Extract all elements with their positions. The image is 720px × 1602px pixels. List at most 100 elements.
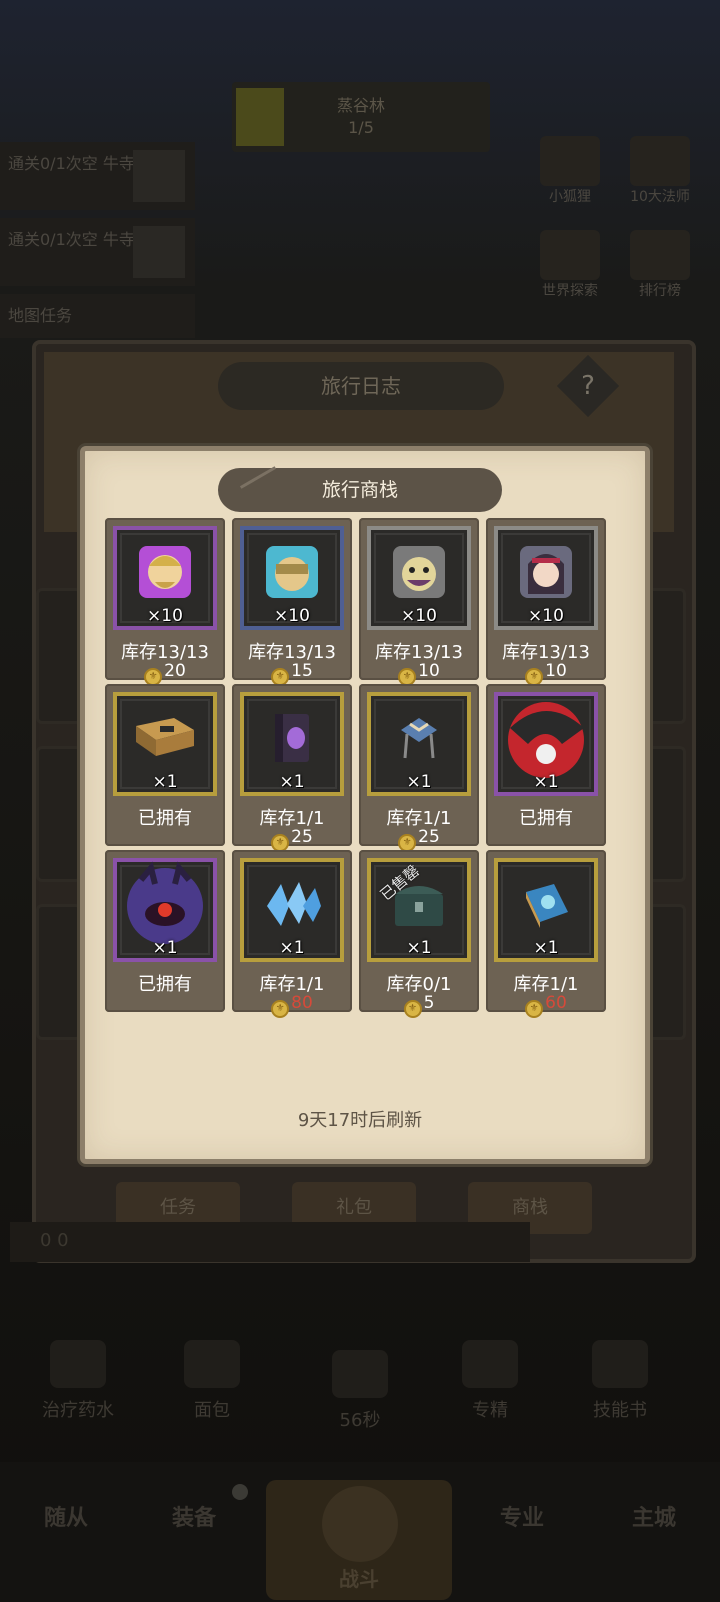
shop-item-card[interactable]: ×10 库存13/13 ⚜ 20	[105, 518, 225, 686]
ranking-label: 排行榜	[639, 283, 681, 299]
hero-face-blue	[264, 544, 320, 604]
item-stock: 已拥有	[138, 808, 192, 829]
quick-item-label: 治疗药水	[42, 1400, 114, 1421]
item-price-value: 15	[291, 661, 313, 681]
item-quantity: ×10	[401, 606, 437, 626]
item-frame: ×10	[113, 526, 217, 630]
shop-item-card[interactable]: ×10 库存13/13 ⚜ 10	[486, 518, 606, 686]
shop-item-card[interactable]: ×1 已拥有	[105, 850, 225, 1012]
notification-dot	[232, 1484, 248, 1500]
world-explore-button[interactable]: 世界探索	[530, 230, 610, 300]
zone-name: 蒸谷林	[336, 96, 385, 115]
crystal-icon	[259, 876, 325, 936]
mage-label: 10大法师	[630, 189, 690, 205]
resource-bar: 0 0	[10, 1222, 530, 1262]
nav-followers[interactable]: 随从	[6, 1500, 126, 1532]
item-frame: ×10	[367, 526, 471, 630]
trophy-icon	[630, 230, 690, 280]
item-price: ⚜ 5	[359, 993, 479, 1018]
item-quantity: ×1	[533, 772, 559, 792]
item-price-value: 10	[418, 661, 440, 681]
item-price-value: 10	[545, 661, 567, 681]
item-frame: 已售罄 ×1	[367, 858, 471, 962]
shop-item-card[interactable]: ×10 库存13/13 ⚜ 15	[232, 518, 352, 686]
quest-item[interactable]: 地图任务	[0, 294, 195, 338]
item-stock: 已拥有	[519, 808, 573, 829]
quick-item-bread[interactable]: 面包	[162, 1340, 262, 1430]
nav-city[interactable]: 主城	[594, 1500, 714, 1532]
quick-item-timer[interactable]: 56秒	[310, 1350, 410, 1440]
zone-progress: 1/5	[348, 118, 374, 137]
fox-label: 小狐狸	[549, 189, 591, 205]
item-frame: ×1	[240, 858, 344, 962]
item-price: ⚜ 10	[359, 661, 479, 686]
gold-coin-icon: ⚜	[271, 1000, 290, 1018]
shop-item-card[interactable]: ×1 库存1/1 ⚜ 80	[232, 850, 352, 1018]
shop-item-card[interactable]: ×1 已拥有	[486, 684, 606, 846]
hero-face-girl	[518, 544, 574, 604]
item-quantity: ×1	[406, 772, 432, 792]
item-price-value: 60	[545, 993, 567, 1013]
quick-item-mastery[interactable]: 专精	[440, 1340, 540, 1430]
item-frame: ×1	[240, 692, 344, 796]
potion-icon	[50, 1340, 106, 1388]
shop-item-card[interactable]: ×1 库存1/1 ⚜ 60	[486, 850, 606, 1018]
item-quantity: ×10	[528, 606, 564, 626]
quick-item-skillbook[interactable]: 技能书	[570, 1340, 670, 1430]
shop-item-card[interactable]: ×10 库存13/13 ⚜ 10	[359, 518, 479, 686]
gold-coin-icon: ⚜	[525, 1000, 544, 1018]
blue-book-icon	[518, 876, 574, 936]
item-price: ⚜ 80	[232, 993, 352, 1018]
refresh-timer: 9天17时后刷新	[297, 1110, 423, 1131]
item-quantity: ×1	[152, 938, 178, 958]
ranking-button[interactable]: 排行榜	[620, 230, 700, 300]
skillbook-icon	[592, 1340, 648, 1388]
hero-face-gray	[391, 544, 447, 604]
question-icon: ?	[581, 371, 595, 401]
world-explore-label: 世界探索	[542, 283, 598, 299]
item-price: ⚜ 10	[486, 661, 606, 686]
log-side-slot	[36, 588, 82, 724]
item-price-value: 80	[291, 993, 313, 1013]
mage-button[interactable]: 10大法师	[620, 136, 700, 206]
quick-item-label: 面包	[194, 1400, 230, 1421]
quest-item[interactable]: 通关0/1次空 牛寺	[0, 142, 195, 210]
item-quantity: ×10	[147, 606, 183, 626]
item-frame: ×1	[113, 858, 217, 962]
globe-icon	[540, 230, 600, 280]
item-quantity: ×1	[406, 938, 432, 958]
item-price-value: 25	[418, 827, 440, 847]
item-price-value: 20	[164, 661, 186, 681]
shop-item-card[interactable]: ×1 库存1/1 ⚜ 25	[359, 684, 479, 852]
hero-face-purple	[137, 544, 193, 604]
spellbook-icon	[267, 708, 317, 772]
shop-item-card[interactable]: ×1 库存1/1 ⚜ 25	[232, 684, 352, 852]
item-price: ⚜ 20	[105, 661, 225, 686]
shop-item-card[interactable]: ×1 已拥有	[105, 684, 225, 846]
stand-icon	[391, 710, 447, 770]
nav-equipment[interactable]: 装备	[134, 1500, 254, 1532]
crossed-swords-icon	[322, 1486, 398, 1562]
zone-card[interactable]: 蒸谷林 1/5	[232, 82, 490, 152]
item-price: ⚜ 25	[359, 827, 479, 852]
help-button[interactable]: ?	[556, 354, 620, 418]
item-quantity: ×1	[152, 772, 178, 792]
shop-item-card[interactable]: 已售罄 ×1 库存0/1 ⚜ 5	[359, 850, 479, 1018]
resource-text: 0 0	[40, 1230, 69, 1251]
quest-item[interactable]: 通关0/1次空 牛寺	[0, 218, 195, 286]
nav-profession[interactable]: 专业	[462, 1500, 582, 1532]
nav-battle[interactable]: 战斗	[266, 1480, 452, 1600]
item-frame: ×10	[494, 526, 598, 630]
item-frame: ×1	[113, 692, 217, 796]
item-frame: ×10	[240, 526, 344, 630]
quick-item-label: 专精	[472, 1400, 508, 1421]
quick-item-potion[interactable]: 治疗药水	[28, 1340, 128, 1430]
item-frame: ×1	[494, 858, 598, 962]
fox-icon	[540, 136, 600, 186]
nav-battle-label: 战斗	[339, 1567, 379, 1591]
item-quantity: ×1	[279, 772, 305, 792]
shop-title: 旅行商栈	[218, 468, 502, 512]
timer-icon	[332, 1350, 388, 1398]
quick-item-label: 技能书	[593, 1400, 647, 1421]
fox-button[interactable]: 小狐狸	[530, 136, 610, 206]
